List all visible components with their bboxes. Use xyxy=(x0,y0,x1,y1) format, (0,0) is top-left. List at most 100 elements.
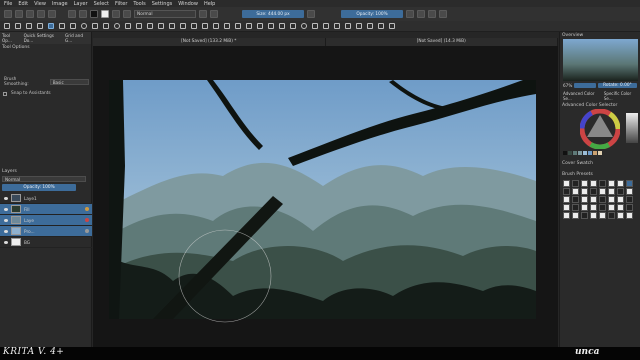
color-swatch[interactable] xyxy=(578,151,582,155)
opacity-slider[interactable]: Opacity: 100% xyxy=(341,10,403,18)
freehand-select-icon[interactable] xyxy=(323,23,329,29)
zoom-slider[interactable] xyxy=(574,83,596,88)
brush-preset[interactable] xyxy=(599,180,606,187)
rectangle-tool-icon[interactable] xyxy=(70,23,76,29)
select-shapes-icon[interactable] xyxy=(4,23,10,29)
brush-preset[interactable] xyxy=(572,188,579,195)
text-tool-icon[interactable] xyxy=(15,23,21,29)
brush-preset[interactable] xyxy=(572,196,579,203)
move-tool-icon[interactable] xyxy=(169,23,175,29)
visibility-eye-icon[interactable] xyxy=(4,207,8,211)
color-history-strip[interactable] xyxy=(626,113,638,143)
preserve-alpha-icon[interactable] xyxy=(210,10,218,18)
brush-preset[interactable] xyxy=(581,188,588,195)
reference-tool-icon[interactable] xyxy=(279,23,285,29)
brush-preset[interactable] xyxy=(581,196,588,203)
color-swatch[interactable] xyxy=(563,151,567,155)
brush-preset[interactable] xyxy=(581,180,588,187)
tab-grid-guides[interactable]: Grid and G... xyxy=(65,33,89,43)
opacity-reset-icon[interactable] xyxy=(406,10,414,18)
brush-preset[interactable] xyxy=(617,196,624,203)
enclose-fill-icon[interactable] xyxy=(246,23,252,29)
tab-tool-options[interactable]: Tool Op... xyxy=(2,33,20,43)
polygon-select-icon[interactable] xyxy=(312,23,318,29)
brush-preset[interactable] xyxy=(626,180,633,187)
alpha-lock-icon[interactable] xyxy=(85,207,89,211)
layer-row[interactable]: Laye1 xyxy=(0,193,92,204)
snap-checkbox[interactable] xyxy=(3,91,7,96)
calligraphy-icon[interactable] xyxy=(37,23,43,29)
brush-settings-icon[interactable] xyxy=(123,10,131,18)
blend-mode-select[interactable]: Normal xyxy=(134,10,196,18)
wrap-around-icon[interactable] xyxy=(439,10,447,18)
color-picker-icon[interactable] xyxy=(202,23,208,29)
bezier-tool-icon[interactable] xyxy=(114,23,120,29)
erase-mode-icon[interactable] xyxy=(199,10,207,18)
document-tab[interactable]: [Not Saved] (14.3 MiB) xyxy=(326,38,558,46)
visibility-eye-icon[interactable] xyxy=(4,218,8,222)
assistant-tool-icon[interactable] xyxy=(257,23,263,29)
pattern-icon[interactable] xyxy=(79,10,87,18)
brush-preset[interactable] xyxy=(590,204,597,211)
color-swatch[interactable] xyxy=(598,151,602,155)
brush-preset[interactable] xyxy=(590,180,597,187)
color-swatch[interactable] xyxy=(568,151,572,155)
brush-preset[interactable] xyxy=(563,180,570,187)
visibility-eye-icon[interactable] xyxy=(4,240,8,244)
layer-blend-select[interactable]: Normal xyxy=(2,176,86,182)
polygon-tool-icon[interactable] xyxy=(92,23,98,29)
contiguous-select-icon[interactable] xyxy=(334,23,340,29)
brush-preset[interactable] xyxy=(608,212,615,219)
measure-tool-icon[interactable] xyxy=(268,23,274,29)
brush-preset[interactable] xyxy=(581,204,588,211)
brush-preset[interactable] xyxy=(617,212,624,219)
brush-preset[interactable] xyxy=(563,212,570,219)
brush-preset[interactable] xyxy=(590,212,597,219)
visibility-eye-icon[interactable] xyxy=(4,229,8,233)
brush-preset[interactable] xyxy=(599,204,606,211)
brush-preset[interactable] xyxy=(563,204,570,211)
brush-preset[interactable] xyxy=(563,188,570,195)
brush-preset[interactable] xyxy=(608,180,615,187)
brush-preset[interactable] xyxy=(626,188,633,195)
brush-preset[interactable] xyxy=(617,180,624,187)
brush-preset[interactable] xyxy=(581,212,588,219)
brush-preset[interactable] xyxy=(590,188,597,195)
ellipse-select-icon[interactable] xyxy=(301,23,307,29)
rotation-slider[interactable]: Rotate: 0.00° xyxy=(597,83,637,88)
menu-help[interactable]: Help xyxy=(204,1,215,7)
smart-patch-icon[interactable] xyxy=(224,23,230,29)
mirror-horizontal-icon[interactable] xyxy=(417,10,425,18)
layer-row[interactable]: Pro... xyxy=(0,226,92,237)
brush-preset[interactable] xyxy=(599,196,606,203)
menu-view[interactable]: View xyxy=(34,1,46,7)
gradient-icon[interactable] xyxy=(68,10,76,18)
brush-preset[interactable] xyxy=(608,188,615,195)
menu-image[interactable]: Image xyxy=(52,1,68,7)
freehand-brush-icon[interactable] xyxy=(48,23,54,29)
visibility-eye-icon[interactable] xyxy=(4,196,8,200)
pan-tool-icon[interactable] xyxy=(389,23,395,29)
background-color-swatch[interactable] xyxy=(101,10,109,18)
open-document-icon[interactable] xyxy=(15,10,23,18)
menu-window[interactable]: Window xyxy=(178,1,198,7)
colorize-mask-icon[interactable] xyxy=(213,23,219,29)
layer-row[interactable]: Fill xyxy=(0,204,92,215)
fill-tool-icon[interactable] xyxy=(235,23,241,29)
menu-file[interactable]: File xyxy=(4,1,12,7)
freehand-path-icon[interactable] xyxy=(125,23,131,29)
rect-select-icon[interactable] xyxy=(290,23,296,29)
brush-preset[interactable] xyxy=(617,204,624,211)
save-icon[interactable] xyxy=(26,10,34,18)
new-document-icon[interactable] xyxy=(4,10,12,18)
menu-settings[interactable]: Settings xyxy=(152,1,173,7)
menu-tools[interactable]: Tools xyxy=(133,1,145,7)
brush-preset[interactable] xyxy=(626,204,633,211)
layer-row[interactable]: Laye xyxy=(0,215,92,226)
brush-preset[interactable] xyxy=(599,188,606,195)
tab-advanced-color[interactable]: Advanced Color Se... xyxy=(563,91,600,101)
bezier-select-icon[interactable] xyxy=(356,23,362,29)
menu-edit[interactable]: Edit xyxy=(18,1,28,7)
alpha-lock-icon[interactable] xyxy=(85,229,89,233)
line-tool-icon[interactable] xyxy=(59,23,65,29)
